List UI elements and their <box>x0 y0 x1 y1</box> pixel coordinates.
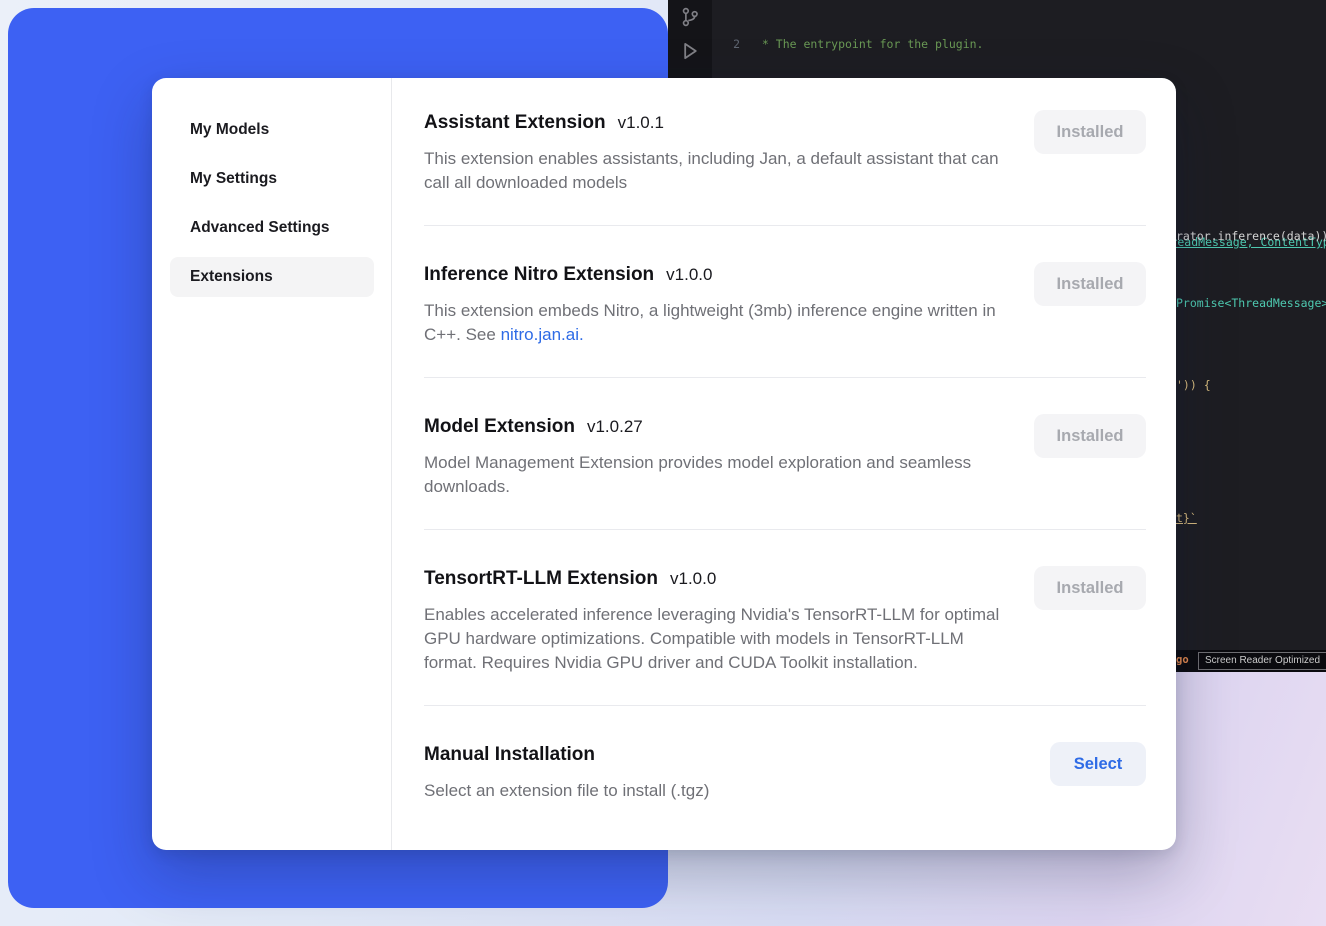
sidebar-item-advanced-settings[interactable]: Advanced Settings <box>170 208 374 248</box>
installed-button[interactable]: Installed <box>1034 110 1146 154</box>
extension-version: v1.0.1 <box>618 110 664 136</box>
installed-button[interactable]: Installed <box>1034 566 1146 610</box>
extension-description: This extension embeds Nitro, a lightweig… <box>424 299 1004 347</box>
code-fragment: rator.inference(data)); <box>1176 229 1326 243</box>
extension-name: Assistant Extension <box>424 110 606 136</box>
status-badge[interactable]: go <box>1176 654 1189 666</box>
extension-row-nitro: Inference Nitro Extension v1.0.0 This ex… <box>424 226 1146 378</box>
extension-title-row: Assistant Extension v1.0.1 <box>424 110 1004 136</box>
installed-button[interactable]: Installed <box>1034 414 1146 458</box>
extension-row-model: Model Extension v1.0.27 Model Management… <box>424 378 1146 530</box>
settings-sidebar: My Models My Settings Advanced Settings … <box>152 78 392 850</box>
extension-info: Inference Nitro Extension v1.0.0 This ex… <box>424 262 1004 347</box>
extension-title-row: Inference Nitro Extension v1.0.0 <box>424 262 1004 288</box>
extension-row-assistant: Assistant Extension v1.0.1 This extensio… <box>424 78 1146 226</box>
extension-name: TensortRT-LLM Extension <box>424 566 658 592</box>
extension-title-row: Model Extension v1.0.27 <box>424 414 1004 440</box>
sidebar-item-label: Extensions <box>190 268 273 286</box>
sidebar-item-my-settings[interactable]: My Settings <box>170 159 374 199</box>
installed-button[interactable]: Installed <box>1034 262 1146 306</box>
sidebar-item-my-models[interactable]: My Models <box>170 110 374 150</box>
extension-row-tensorrt: TensortRT-LLM Extension v1.0.0 Enables a… <box>424 530 1146 706</box>
code-fragment: t}` <box>1176 511 1197 525</box>
extension-info: Manual Installation Select an extension … <box>424 742 709 803</box>
source-control-icon[interactable] <box>668 0 712 34</box>
code-line: 2 * The entrypoint for the plugin. <box>712 36 1326 53</box>
extension-name: Model Extension <box>424 414 575 440</box>
manual-installation-title: Manual Installation <box>424 742 595 768</box>
description-text: This extension enables assistants, inclu… <box>424 149 999 192</box>
code-fragment: Promise<ThreadMessage> <box>1176 296 1326 310</box>
screen-reader-optimized-status[interactable]: Screen Reader Optimized <box>1198 652 1326 670</box>
extension-info: TensortRT-LLM Extension v1.0.0 Enables a… <box>424 566 1004 675</box>
extension-title-row: TensortRT-LLM Extension v1.0.0 <box>424 566 1004 592</box>
desktop-background: 2 * The entrypoint for the plugin. 3 */ … <box>0 0 1326 926</box>
extension-version: v1.0.0 <box>666 262 712 288</box>
extension-info: Assistant Extension v1.0.1 This extensio… <box>424 110 1004 195</box>
line-number: 2 <box>712 36 740 53</box>
code-fragment: ')) { <box>1176 378 1211 392</box>
extension-info: Model Extension v1.0.27 Model Management… <box>424 414 1004 499</box>
extension-version: v1.0.27 <box>587 414 643 440</box>
description-text: Enables accelerated inference leveraging… <box>424 605 999 672</box>
sidebar-item-label: My Settings <box>190 170 277 188</box>
extension-description: Model Management Extension provides mode… <box>424 451 1004 499</box>
manual-installation-description: Select an extension file to install (.tg… <box>424 779 709 803</box>
extensions-panel: Assistant Extension v1.0.1 This extensio… <box>392 78 1176 850</box>
settings-modal: My Models My Settings Advanced Settings … <box>152 78 1176 850</box>
code-text: * The entrypoint for the plugin. <box>755 36 983 53</box>
manual-installation-row: Manual Installation Select an extension … <box>424 706 1146 825</box>
nitro-jan-ai-link[interactable]: nitro.jan.ai. <box>501 325 584 344</box>
extension-name: Inference Nitro Extension <box>424 262 654 288</box>
sidebar-item-label: Advanced Settings <box>190 219 330 237</box>
description-text: Select an extension file to install (.tg… <box>424 781 709 800</box>
run-debug-icon[interactable] <box>668 34 712 68</box>
extension-description: This extension enables assistants, inclu… <box>424 147 1004 195</box>
extension-title-row: Manual Installation <box>424 742 709 768</box>
sidebar-item-extensions[interactable]: Extensions <box>170 257 374 297</box>
description-text: Model Management Extension provides mode… <box>424 453 971 496</box>
extension-version: v1.0.0 <box>670 566 716 592</box>
extension-description: Enables accelerated inference leveraging… <box>424 603 1004 675</box>
select-file-button[interactable]: Select <box>1050 742 1146 786</box>
sidebar-item-label: My Models <box>190 121 269 139</box>
